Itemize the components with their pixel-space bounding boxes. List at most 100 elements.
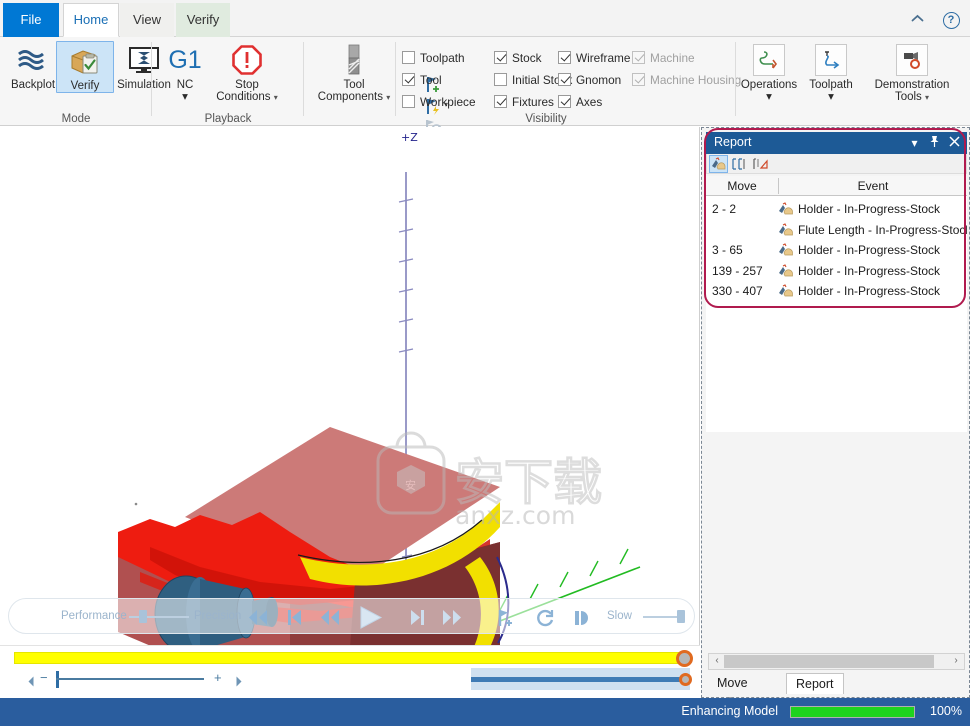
verify-button[interactable]: Verify bbox=[56, 41, 114, 93]
endmill-icon bbox=[313, 41, 395, 79]
stop-conditions-button[interactable]: Stop Conditions ▾ bbox=[210, 41, 284, 104]
chevron-down-icon[interactable]: ▾ bbox=[738, 91, 800, 103]
scrollbar-thumb[interactable] bbox=[724, 655, 934, 668]
operations-label: Operations bbox=[740, 79, 798, 91]
zoom-out-marker-icon bbox=[28, 676, 34, 687]
chevron-down-icon[interactable]: ▾ bbox=[274, 93, 278, 102]
chevron-up-icon[interactable] bbox=[906, 8, 928, 30]
ribbon-group-visibility: Toolpath Tool Workpiece Stock Initial Stock F… bbox=[396, 37, 741, 126]
chevron-right-icon[interactable]: › bbox=[949, 655, 963, 668]
visibility-checkbox-tool[interactable]: Tool bbox=[402, 73, 442, 87]
step-back-icon[interactable] bbox=[287, 608, 303, 632]
quality-slider-track-right[interactable] bbox=[147, 616, 189, 618]
checkbox-box bbox=[402, 95, 415, 108]
close-icon[interactable] bbox=[946, 135, 963, 152]
checkbox-box bbox=[558, 95, 571, 108]
operations-button[interactable]: Operations ▾ bbox=[738, 41, 800, 103]
report-compare-icon[interactable] bbox=[751, 155, 770, 173]
chevron-down-icon[interactable]: ▾ bbox=[162, 91, 208, 103]
checkbox-box bbox=[494, 51, 507, 64]
skip-to-end-icon[interactable] bbox=[441, 608, 463, 632]
group-separator bbox=[303, 42, 304, 116]
report-event-cell: Holder - In-Progress-Stock bbox=[798, 284, 941, 298]
report-panel-titlebar: Report ▾ bbox=[706, 132, 967, 154]
report-measure-icon[interactable] bbox=[730, 155, 749, 173]
step-forward-icon[interactable] bbox=[409, 608, 425, 632]
toolpath-progress-handle[interactable] bbox=[676, 650, 693, 667]
checkbox-box bbox=[558, 73, 571, 86]
report-event-cell: Holder - In-Progress-Stock bbox=[798, 263, 941, 278]
loop-icon[interactable] bbox=[536, 608, 556, 633]
chevron-down-icon[interactable]: ▾ bbox=[906, 135, 923, 152]
help-icon[interactable]: ? bbox=[940, 8, 962, 30]
visibility-checkbox-stock[interactable]: Stock bbox=[494, 51, 542, 65]
chevron-left-icon[interactable]: ‹ bbox=[710, 655, 724, 668]
reverse-icon[interactable] bbox=[572, 608, 592, 633]
svg-text:anxz.com: anxz.com bbox=[455, 501, 575, 530]
visibility-checkbox-axes[interactable]: Axes bbox=[558, 95, 602, 109]
visibility-checkbox-workpiece[interactable]: Workpiece bbox=[402, 95, 476, 109]
tab-file[interactable]: File bbox=[3, 3, 59, 37]
stop-sign-icon bbox=[210, 41, 284, 79]
report-horizontal-scrollbar[interactable]: ‹ › bbox=[708, 653, 965, 670]
rewind-icon[interactable] bbox=[319, 608, 341, 632]
report-rows: 2 - 2 Holder - In-Progress-Stock Flute Len… bbox=[706, 196, 967, 432]
checkbox-label: Tool bbox=[420, 73, 442, 87]
backplot-icon bbox=[4, 41, 62, 79]
table-row[interactable]: 139 - 257 Holder - In-Progress-Stock bbox=[706, 262, 967, 281]
ribbon-group-visibility-label: Visibility bbox=[525, 113, 567, 125]
status-message: Enhancing Model bbox=[681, 704, 778, 718]
visibility-checkbox-fixtures[interactable]: Fixtures bbox=[494, 95, 554, 109]
report-move-cell: 3 - 65 bbox=[712, 243, 743, 257]
pin-icon[interactable] bbox=[926, 135, 943, 152]
svg-text:安: 安 bbox=[405, 478, 416, 492]
report-collision-icon[interactable] bbox=[709, 155, 728, 173]
checkbox-box bbox=[558, 51, 571, 64]
chevron-down-icon[interactable]: ▾ bbox=[802, 91, 860, 103]
zoom-slider-track[interactable] bbox=[56, 678, 204, 680]
demonstration-tools-button[interactable]: Demonstration Tools ▾ bbox=[862, 41, 962, 104]
play-icon[interactable] bbox=[357, 605, 385, 635]
speed-slider-thumb[interactable] bbox=[677, 610, 685, 623]
tab-move-info[interactable]: Move Info bbox=[708, 673, 757, 710]
tool-components-button[interactable]: Tool Components ▾ bbox=[313, 41, 395, 104]
tab-view[interactable]: View bbox=[120, 3, 174, 37]
chevron-down-icon[interactable]: ▾ bbox=[925, 93, 929, 102]
nc-label: NC bbox=[176, 79, 194, 91]
add-move-icon[interactable] bbox=[496, 608, 516, 633]
tab-home[interactable]: Home bbox=[63, 3, 119, 37]
visibility-checkbox-toolpath[interactable]: Toolpath bbox=[402, 51, 465, 65]
table-row[interactable]: 3 - 65 Holder - In-Progress-Stock bbox=[706, 241, 967, 260]
status-percent-label: 100% bbox=[930, 704, 962, 718]
tab-report[interactable]: Report bbox=[786, 673, 844, 694]
nc-button[interactable]: G1 NC ▾ bbox=[162, 41, 208, 104]
toolpath-progress-bar[interactable] bbox=[14, 652, 684, 664]
report-event-cell: Flute Length - In-Progress-Stock bbox=[798, 222, 967, 237]
quality-slider-thumb[interactable] bbox=[139, 610, 147, 623]
range-slider-handle[interactable] bbox=[679, 673, 692, 686]
range-slider[interactable] bbox=[471, 668, 690, 690]
chevron-down-icon[interactable]: ▾ bbox=[386, 93, 390, 102]
toolpath-button[interactable]: Toolpath ▾ bbox=[802, 41, 860, 103]
rewind-to-start-icon[interactable] bbox=[247, 608, 269, 632]
zoom-minus-label[interactable]: − bbox=[40, 670, 48, 685]
visibility-checkbox-machine: Machine bbox=[632, 51, 695, 65]
table-row[interactable]: Flute Length - In-Progress-Stock bbox=[706, 221, 967, 240]
visibility-checkbox-wireframe[interactable]: Wireframe bbox=[558, 51, 630, 65]
checkbox-label: Gnomon bbox=[576, 73, 622, 87]
demonstration-tools-label-2: Tools ▾ bbox=[862, 91, 962, 104]
visibility-checkbox-gnomon[interactable]: Gnomon bbox=[558, 73, 621, 87]
tab-verify[interactable]: Verify bbox=[176, 3, 230, 37]
column-header-event[interactable]: Event bbox=[779, 179, 967, 193]
table-row[interactable]: 330 - 407 Holder - In-Progress-Stock bbox=[706, 282, 967, 301]
table-row[interactable]: 2 - 2 Holder - In-Progress-Stock bbox=[706, 200, 967, 219]
ribbon-tabbar: File Home View Verify ? bbox=[0, 0, 970, 37]
zoom-plus-label[interactable]: + bbox=[214, 670, 222, 685]
backplot-button[interactable]: Backplot bbox=[4, 41, 62, 91]
column-header-move[interactable]: Move bbox=[706, 179, 778, 193]
status-progress-bar bbox=[790, 706, 915, 718]
checkbox-box bbox=[402, 51, 415, 64]
chevron-up-glyph bbox=[911, 14, 923, 22]
demonstration-tools-text: Tools bbox=[894, 91, 922, 103]
stop-conditions-label-2: Conditions ▾ bbox=[210, 91, 284, 104]
